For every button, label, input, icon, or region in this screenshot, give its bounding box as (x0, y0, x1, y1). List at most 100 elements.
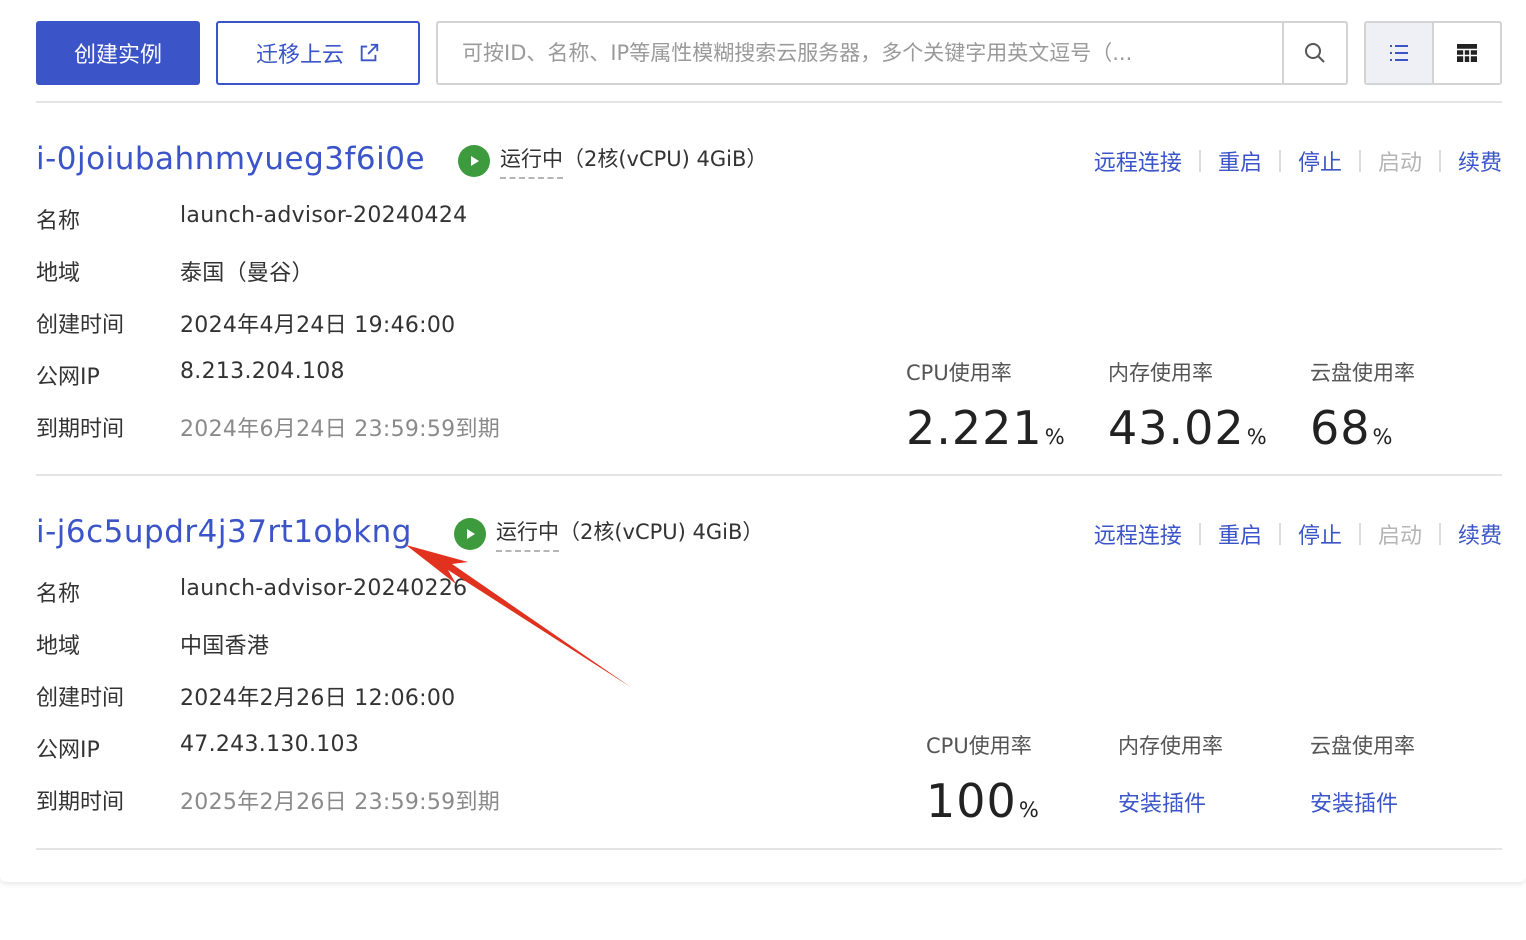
card-divider (36, 848, 1502, 850)
field-value: 2024年6月24日 23:59:59到期 (180, 417, 501, 442)
action-separator (1278, 523, 1281, 545)
field-expiry: 到期时间 2024年6月24日 23:59:59到期 (36, 411, 500, 443)
action-separator (1198, 150, 1201, 172)
field-value[interactable]: 47.243.130.103 (180, 732, 359, 764)
metric-label: 内存使用率 (1108, 361, 1213, 385)
metric-unit: % (1372, 425, 1393, 449)
field-value: launch-advisor-20240226 (180, 576, 468, 601)
cpu-usage-metric: CPU使用率 100% (926, 730, 1039, 828)
metric-value: 100 (926, 774, 1017, 828)
metric-value-wrap: 68% (1310, 401, 1415, 455)
field-expiry: 到期时间 2025年2月26日 23:59:59到期 (36, 784, 500, 816)
restart-link[interactable]: 重启 (1218, 145, 1262, 177)
metric-label: 云盘使用率 (1310, 361, 1415, 385)
search-icon (1305, 43, 1325, 63)
field-label: 创建时间 (36, 686, 125, 711)
start-link: 启动 (1377, 151, 1422, 176)
list-view-button[interactable] (1366, 23, 1434, 83)
instance-actions: 远程连接 重启 停止 启动 续费 (1094, 518, 1502, 550)
metric-label: 内存使用率 (1118, 734, 1223, 758)
running-icon (458, 145, 490, 177)
remote-connect-link[interactable]: 远程连接 (1094, 145, 1182, 177)
field-created: 创建时间 2024年2月26日 12:06:00 (36, 680, 455, 712)
field-label: 公网IP (36, 738, 100, 763)
restart-link[interactable]: 重启 (1218, 518, 1262, 550)
search-box (436, 21, 1348, 85)
search-input[interactable] (438, 23, 1282, 83)
renew-link[interactable]: 续费 (1458, 145, 1502, 177)
metric-value-wrap: 43.02% (1108, 401, 1267, 455)
field-region: 地域 泰国（曼谷） (36, 255, 314, 287)
metric-value-wrap: 2.221% (906, 401, 1065, 455)
field-label: 到期时间 (36, 417, 125, 442)
field-public-ip: 公网IP 47.243.130.103 (36, 732, 359, 764)
action-separator (1358, 523, 1361, 545)
field-label: 地域 (36, 261, 81, 286)
instance-spec: （2核(vCPU) 4GiB） (563, 147, 768, 171)
field-label: 名称 (36, 209, 81, 234)
toolbar-divider (36, 101, 1502, 103)
memory-usage-metric: 内存使用率 安装插件 (1118, 730, 1223, 818)
status-text[interactable]: 运行中 (496, 516, 559, 552)
action-separator (1198, 523, 1201, 545)
field-value: 中国香港 (180, 634, 270, 659)
status-text[interactable]: 运行中 (500, 143, 563, 179)
disk-usage-metric: 云盘使用率 安装插件 (1310, 730, 1415, 818)
action-separator (1358, 150, 1361, 172)
field-value: 2024年2月26日 12:06:00 (180, 686, 456, 711)
external-link-icon (360, 43, 379, 62)
field-label: 名称 (36, 582, 81, 607)
instance-actions: 远程连接 重启 停止 启动 续费 (1094, 145, 1502, 177)
instance-id-link[interactable]: i-j6c5updr4j37rt1obkng (36, 514, 412, 550)
field-value: 2025年2月26日 23:59:59到期 (180, 790, 501, 815)
metric-label: CPU使用率 (926, 734, 1032, 758)
start-link: 启动 (1377, 524, 1422, 549)
action-separator (1438, 523, 1441, 545)
field-label: 创建时间 (36, 313, 125, 338)
field-label: 到期时间 (36, 790, 125, 815)
install-plugin-link[interactable]: 安装插件 (1118, 786, 1223, 818)
field-region: 地域 中国香港 (36, 628, 269, 660)
metric-value: 2.221 (906, 401, 1043, 455)
action-separator (1278, 150, 1281, 172)
field-name: 名称 launch-advisor-20240424 (36, 203, 467, 235)
field-value: launch-advisor-20240424 (180, 203, 468, 228)
memory-usage-metric: 内存使用率 43.02% (1108, 357, 1267, 455)
renew-link[interactable]: 续费 (1458, 518, 1502, 550)
instance-status: 运行中 （2核(vCPU) 4GiB） (458, 143, 767, 179)
field-created: 创建时间 2024年4月24日 19:46:00 (36, 307, 455, 339)
field-value: 泰国（曼谷） (180, 261, 314, 286)
field-public-ip: 公网IP 8.213.204.108 (36, 359, 345, 391)
install-plugin-link[interactable]: 安装插件 (1310, 786, 1415, 818)
metric-label: 云盘使用率 (1310, 734, 1415, 758)
field-value[interactable]: 8.213.204.108 (180, 359, 345, 391)
field-label: 地域 (36, 634, 81, 659)
metric-unit: % (1246, 425, 1267, 449)
stop-link[interactable]: 停止 (1298, 518, 1342, 550)
field-name: 名称 launch-advisor-20240226 (36, 576, 467, 608)
instance-spec: （2核(vCPU) 4GiB） (559, 520, 764, 544)
create-instance-button[interactable]: 创建实例 (36, 21, 200, 85)
stop-link[interactable]: 停止 (1298, 145, 1342, 177)
instance-status: 运行中 （2核(vCPU) 4GiB） (454, 516, 763, 552)
cpu-usage-metric: CPU使用率 2.221% (906, 357, 1065, 455)
migrate-to-cloud-label: 迁移上云 (255, 43, 344, 68)
metric-value-wrap: 100% (926, 774, 1039, 828)
instance-list-panel: 创建实例 迁移上云 i-0joiubahnmyueg3f6i0e (0, 0, 1526, 882)
metric-unit: % (1018, 798, 1039, 822)
field-value: 2024年4月24日 19:46:00 (180, 313, 456, 338)
card-divider (36, 474, 1502, 476)
metric-unit: % (1044, 425, 1065, 449)
metric-label: CPU使用率 (906, 361, 1012, 385)
migrate-to-cloud-button[interactable]: 迁移上云 (216, 21, 420, 85)
running-icon (454, 518, 486, 550)
metric-value: 68 (1310, 401, 1371, 455)
disk-usage-metric: 云盘使用率 68% (1310, 357, 1415, 455)
search-button[interactable] (1282, 23, 1346, 83)
view-toggle (1364, 21, 1502, 85)
remote-connect-link[interactable]: 远程连接 (1094, 518, 1182, 550)
table-view-button[interactable] (1434, 23, 1500, 83)
instance-id-link[interactable]: i-0joiubahnmyueg3f6i0e (36, 141, 425, 177)
list-view-icon (1390, 45, 1408, 61)
action-separator (1438, 150, 1441, 172)
